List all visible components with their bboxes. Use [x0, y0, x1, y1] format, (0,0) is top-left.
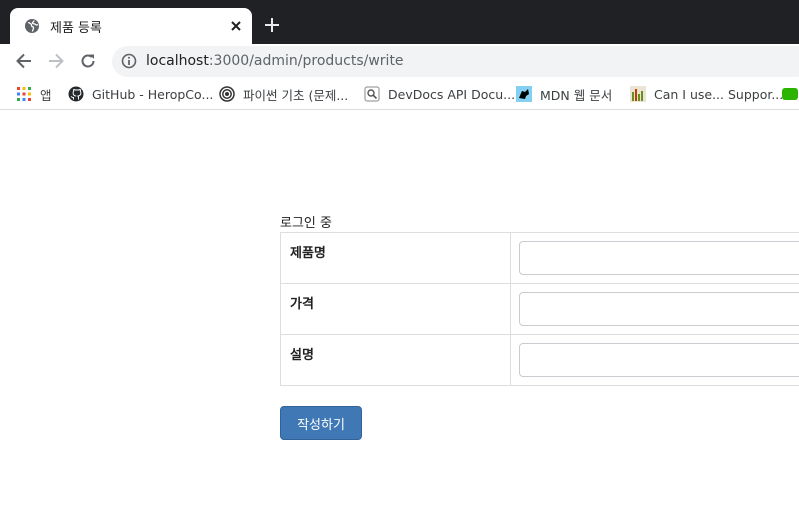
submit-button[interactable]: 작성하기 — [280, 406, 362, 440]
bookmark-caniuse[interactable]: Can I use... Suppor... — [630, 83, 783, 105]
new-tab-plus-icon[interactable] — [263, 16, 281, 34]
target-icon — [219, 86, 235, 102]
devdocs-icon — [364, 86, 380, 102]
price-input[interactable] — [519, 292, 799, 326]
blog-icon — [782, 88, 798, 100]
bookmark-apps[interactable]: 앱 — [16, 83, 52, 105]
browser-toolbar: localhost:3000/admin/products/write — [0, 44, 799, 78]
field-label-name: 제품명 — [280, 232, 511, 284]
bookmark-label: DevDocs API Docu... — [388, 86, 516, 102]
caniuse-icon — [630, 86, 646, 102]
table-row: 설명 — [280, 334, 799, 386]
info-icon[interactable] — [121, 53, 137, 69]
bookmark-label: 파이썬 기초 (문제... — [243, 87, 349, 103]
field-label-description: 설명 — [280, 334, 511, 386]
globe-icon — [25, 19, 39, 33]
close-icon[interactable] — [228, 18, 244, 34]
description-input[interactable] — [519, 343, 799, 377]
table-row: 가격 — [280, 283, 799, 335]
tab-strip: 제품 등록 — [0, 0, 799, 44]
back-arrow-icon[interactable] — [14, 51, 34, 71]
url-text: localhost:3000/admin/products/write — [146, 53, 404, 69]
forward-arrow-icon[interactable] — [46, 51, 66, 71]
mdn-icon — [516, 86, 532, 102]
table-row: 제품명 — [280, 232, 799, 284]
github-icon — [68, 86, 84, 102]
bookmark-devdocs[interactable]: DevDocs API Docu... — [364, 83, 515, 105]
bookmark-label: 앱 — [40, 87, 52, 103]
url-host: localhost — [146, 53, 209, 69]
bookmark-label: GitHub - HeropCo... — [92, 86, 214, 102]
login-status-text: 로그인 중 — [280, 216, 332, 231]
url-path: :3000/admin/products/write — [208, 53, 404, 69]
bookmark-label: MDN 웹 문서 — [540, 87, 613, 103]
reload-icon[interactable] — [78, 51, 98, 71]
apps-grid-icon — [17, 87, 31, 101]
browser-tab[interactable]: 제품 등록 — [10, 8, 252, 44]
bookmark-python[interactable]: 파이썬 기초 (문제... — [219, 83, 348, 105]
address-bar[interactable]: localhost:3000/admin/products/write — [112, 46, 799, 77]
product-form-table: 제품명 가격 설명 — [280, 232, 799, 386]
bookmark-blog[interactable] — [782, 83, 799, 105]
bookmark-github[interactable]: GitHub - HeropCo... — [68, 83, 213, 105]
bookmarks-bar: 앱 GitHub - HeropCo... 파이썬 기초 (문제... DevD… — [0, 78, 799, 110]
tab-title: 제품 등록 — [50, 21, 102, 36]
bookmark-mdn[interactable]: MDN 웹 문서 — [516, 83, 612, 105]
product-name-input[interactable] — [519, 241, 799, 275]
field-label-price: 가격 — [280, 283, 511, 335]
bookmark-label: Can I use... Suppor... — [654, 86, 784, 102]
